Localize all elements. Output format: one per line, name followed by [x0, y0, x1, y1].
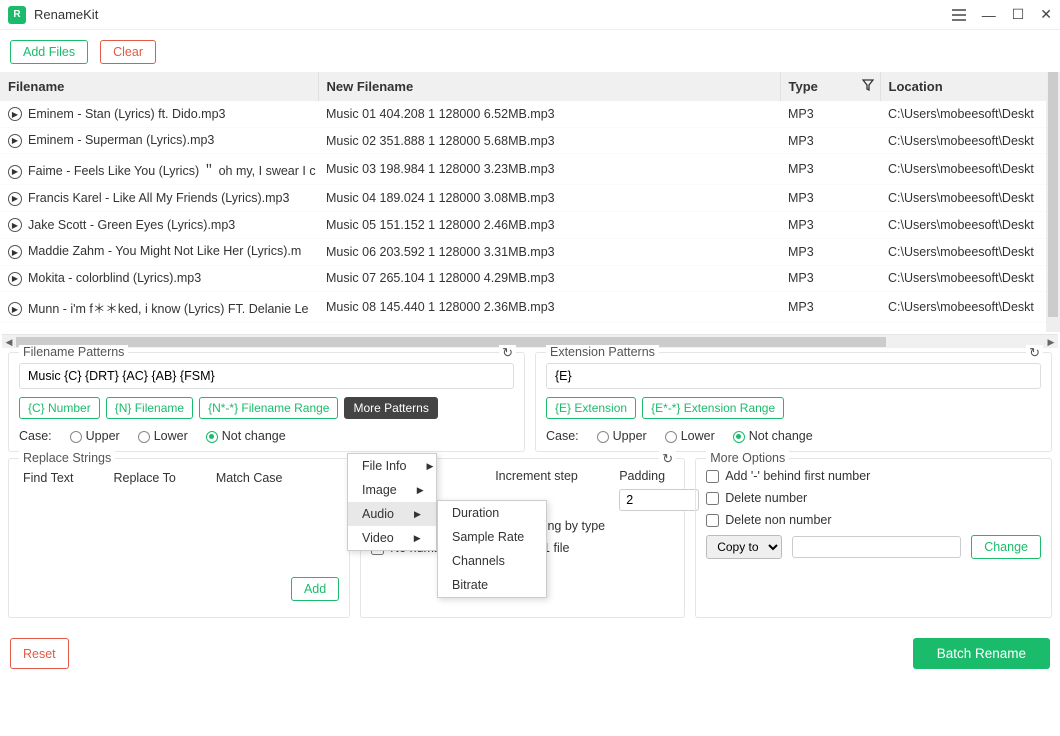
table-row[interactable]: ▶Mokita - colorblind (Lyrics).mp3Music 0…	[0, 265, 1060, 292]
menu-video[interactable]: Video▶	[348, 526, 436, 550]
refresh-icon[interactable]: ↻	[1026, 345, 1043, 361]
table-row[interactable]: ▶Munn - i'm f＊＊ked, i know (Lyrics) FT. …	[0, 292, 1060, 323]
extension-patterns-panel: Extension Patterns ↻ {E} Extension {E*-*…	[535, 352, 1052, 452]
extension-case-row: Case: Upper Lower Not change	[546, 429, 1041, 443]
table-row[interactable]: ▶Eminem - Stan (Lyrics) ft. Dido.mp3Musi…	[0, 101, 1060, 127]
ext-case-upper-radio[interactable]: Upper	[597, 429, 647, 443]
more-patterns-button[interactable]: More Patterns	[344, 397, 437, 419]
increment-label: Increment step	[495, 469, 605, 483]
close-icon[interactable]: ✕	[1040, 6, 1052, 23]
maximize-icon[interactable]: ☐	[1012, 6, 1025, 23]
menu-sample-rate[interactable]: Sample Rate	[438, 525, 546, 549]
case-upper-radio[interactable]: Upper	[70, 429, 120, 443]
minimize-icon[interactable]: —	[982, 7, 996, 23]
tag-number[interactable]: {C} Number	[19, 397, 100, 419]
play-icon[interactable]: ▶	[8, 245, 22, 259]
col-find-text: Find Text	[23, 471, 74, 485]
extension-pattern-input[interactable]	[546, 363, 1041, 389]
tag-filename-range[interactable]: {N*-*} Filename Range	[199, 397, 338, 419]
ext-case-notchange-radio[interactable]: Not change	[733, 429, 813, 443]
table-row[interactable]: ▶Jake Scott - Green Eyes (Lyrics).mp3Mus…	[0, 212, 1060, 239]
delete-non-number-check[interactable]: Delete non number	[706, 513, 1041, 527]
play-icon[interactable]: ▶	[8, 192, 22, 206]
tag-extension-range[interactable]: {E*-*} Extension Range	[642, 397, 784, 419]
play-icon[interactable]: ▶	[8, 272, 22, 286]
hamburger-icon[interactable]	[952, 9, 966, 21]
panel-title: More Options	[706, 451, 789, 465]
app-title: RenameKit	[34, 7, 98, 22]
change-button[interactable]: Change	[971, 535, 1041, 559]
col-newname[interactable]: New Filename	[318, 72, 780, 101]
vertical-scrollbar[interactable]	[1046, 72, 1060, 332]
play-icon[interactable]: ▶	[8, 107, 22, 121]
file-table: Filename New Filename Type Location ▶Emi…	[0, 72, 1060, 334]
padding-label: Padding	[619, 469, 699, 483]
col-match-case: Match Case	[216, 471, 283, 485]
menu-bitrate[interactable]: Bitrate	[438, 573, 546, 597]
case-lower-radio[interactable]: Lower	[138, 429, 188, 443]
more-options-panel: More Options Add '-' behind first number…	[695, 458, 1052, 618]
filter-icon[interactable]	[862, 79, 874, 94]
play-icon[interactable]: ▶	[8, 218, 22, 232]
add-dash-check[interactable]: Add '-' behind first number	[706, 469, 1041, 483]
toolbar: Add Files Clear	[0, 30, 1060, 72]
footer: Reset Batch Rename	[0, 618, 1060, 679]
table-header: Filename New Filename Type Location	[0, 72, 1060, 101]
table-row[interactable]: ▶Maddie Zahm - You Might Not Like Her (L…	[0, 238, 1060, 265]
menu-channels[interactable]: Channels	[438, 549, 546, 573]
tag-filename[interactable]: {N} Filename	[106, 397, 193, 419]
replace-list	[19, 491, 339, 577]
play-icon[interactable]: ▶	[8, 302, 22, 316]
play-icon[interactable]: ▶	[8, 165, 22, 179]
audio-submenu: Duration Sample Rate Channels Bitrate	[437, 500, 547, 598]
reset-button[interactable]: Reset	[10, 638, 69, 669]
filename-pattern-input[interactable]	[19, 363, 514, 389]
padding-input[interactable]	[619, 489, 699, 511]
ext-case-lower-radio[interactable]: Lower	[665, 429, 715, 443]
copy-to-path-input[interactable]	[792, 536, 961, 558]
tag-extension[interactable]: {E} Extension	[546, 397, 636, 419]
table-row[interactable]: ▶Faime - Feels Like You (Lyrics) ＂ oh my…	[0, 154, 1060, 185]
menu-duration[interactable]: Duration	[438, 501, 546, 525]
panel-title: Replace Strings	[19, 451, 115, 465]
table-row[interactable]: ▶Eminem - Superman (Lyrics).mp3Music 02 …	[0, 127, 1060, 154]
delete-number-check[interactable]: Delete number	[706, 491, 1041, 505]
app-icon: R	[8, 6, 26, 24]
col-type[interactable]: Type	[780, 72, 880, 101]
titlebar: R RenameKit — ☐ ✕	[0, 0, 1060, 30]
refresh-icon[interactable]: ↻	[659, 451, 676, 467]
case-notchange-radio[interactable]: Not change	[206, 429, 286, 443]
batch-rename-button[interactable]: Batch Rename	[913, 638, 1050, 669]
col-filename[interactable]: Filename	[0, 72, 318, 101]
filename-case-row: Case: Upper Lower Not change	[19, 429, 514, 443]
col-location[interactable]: Location	[880, 72, 1060, 101]
clear-button[interactable]: Clear	[100, 40, 156, 64]
menu-file-info[interactable]: File Info▶	[348, 454, 436, 478]
more-patterns-menu: File Info▶ Image▶ Audio▶ Video▶	[347, 453, 437, 551]
panel-title: Extension Patterns	[546, 345, 659, 359]
menu-audio[interactable]: Audio▶	[348, 502, 436, 526]
table-row[interactable]: ▶Francis Karel - Like All My Friends (Ly…	[0, 185, 1060, 212]
col-replace-to: Replace To	[114, 471, 176, 485]
panel-title: Filename Patterns	[19, 345, 128, 359]
horizontal-scrollbar[interactable]: ◀ ▶	[2, 334, 1058, 348]
copy-to-select[interactable]: Copy to	[706, 535, 782, 559]
play-icon[interactable]: ▶	[8, 134, 22, 148]
add-files-button[interactable]: Add Files	[10, 40, 88, 64]
menu-image[interactable]: Image▶	[348, 478, 436, 502]
replace-strings-panel: Replace Strings Find Text Replace To Mat…	[8, 458, 350, 618]
add-replace-button[interactable]: Add	[291, 577, 339, 601]
refresh-icon[interactable]: ↻	[499, 345, 516, 361]
filename-patterns-panel: Filename Patterns ↻ {C} Number {N} Filen…	[8, 352, 525, 452]
